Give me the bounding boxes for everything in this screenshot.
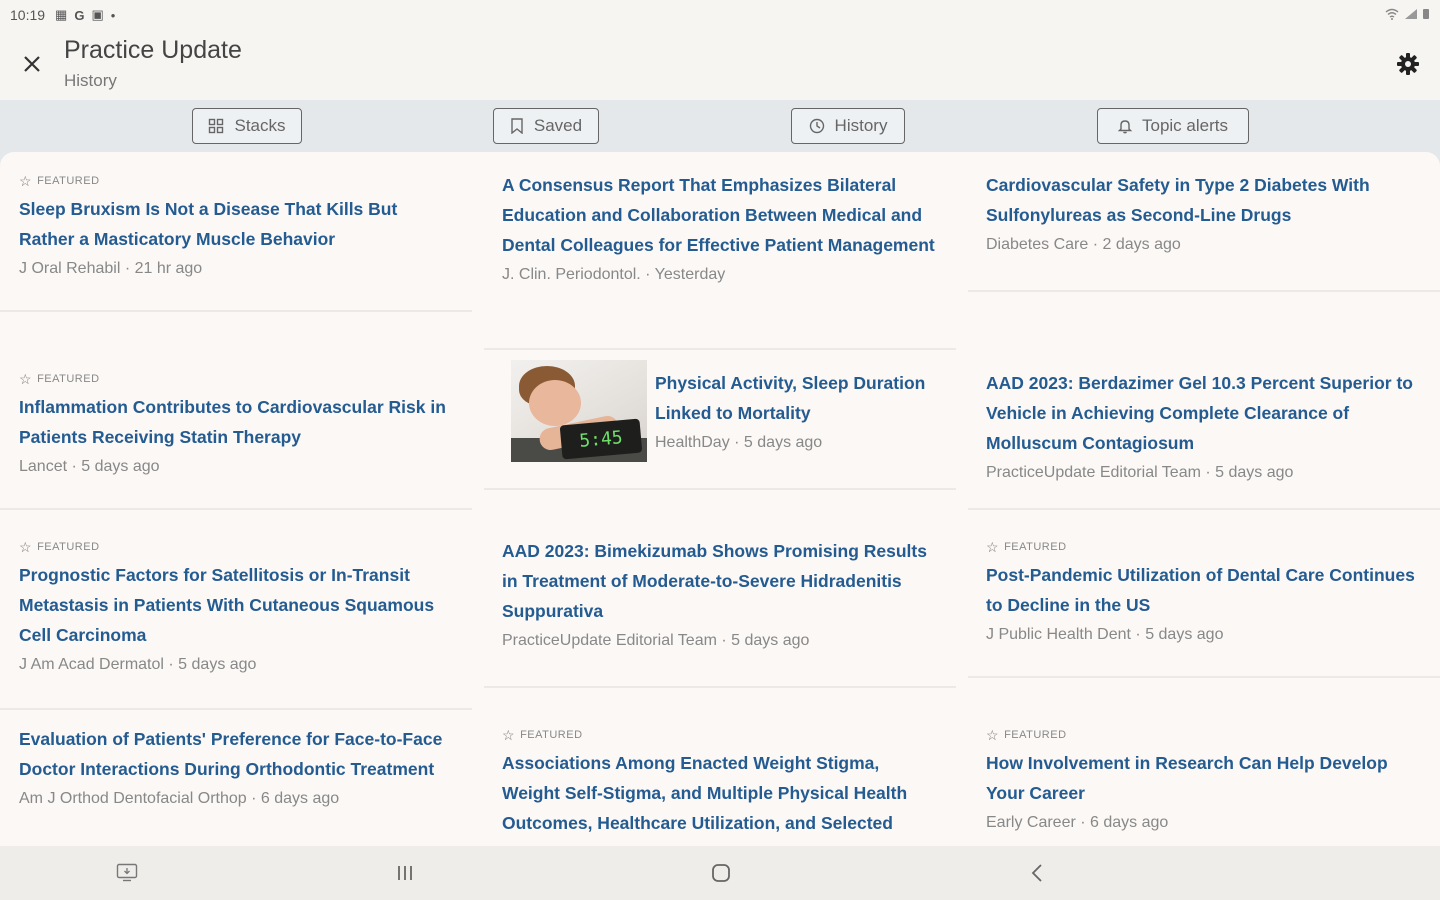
article-meta: HealthDay · 5 days ago bbox=[655, 434, 823, 451]
bell-icon bbox=[1118, 118, 1132, 134]
page-subtitle: History bbox=[64, 71, 117, 90]
signal-icon bbox=[1404, 8, 1417, 19]
article-card[interactable]: ☆ FEATURED How Involvement in Research Ca… bbox=[968, 710, 1440, 846]
featured-badge: ☆ FEATURED bbox=[986, 539, 1067, 555]
article-card[interactable]: ☆ FEATURED Inflammation Contributes to Ca… bbox=[0, 352, 472, 510]
article-meta: J. Clin. Periodontol. · Yesterday bbox=[502, 266, 726, 283]
tab-saved[interactable]: Saved bbox=[493, 108, 599, 144]
battery-icon bbox=[1423, 8, 1429, 19]
news-icon: ▣ bbox=[91, 7, 104, 22]
star-icon: ☆ bbox=[502, 727, 516, 743]
page-title: Practice Update bbox=[64, 36, 242, 64]
home-icon bbox=[712, 864, 730, 882]
star-icon: ☆ bbox=[986, 727, 1000, 743]
tab-topic-alerts-label: Topic alerts bbox=[1142, 116, 1228, 135]
recents-button[interactable] bbox=[392, 860, 418, 886]
back-button[interactable] bbox=[1024, 860, 1050, 886]
back-icon bbox=[1031, 864, 1042, 882]
tab-history-label: History bbox=[834, 116, 888, 135]
tab-topic-alerts[interactable]: Topic alerts bbox=[1097, 108, 1249, 144]
app-header: Practice Update History bbox=[0, 30, 1440, 100]
article-card[interactable]: ☆ FEATURED Associations Among Enacted Wei… bbox=[484, 710, 956, 846]
article-card[interactable]: 5:45 Physical Activity, Sleep Duration L… bbox=[484, 350, 956, 490]
star-icon: ☆ bbox=[986, 539, 1000, 555]
article-title[interactable]: Prognostic Factors for Satellitosis or I… bbox=[19, 560, 453, 650]
system-nav-bar bbox=[0, 846, 1440, 900]
star-icon: ☆ bbox=[19, 539, 33, 555]
tab-saved-label: Saved bbox=[533, 116, 583, 135]
bookmark-icon bbox=[510, 118, 524, 134]
tab-stacks[interactable]: Stacks bbox=[192, 108, 302, 144]
article-meta: J Am Acad Dermatol · 5 days ago bbox=[19, 656, 257, 673]
article-thumbnail[interactable]: 5:45 bbox=[511, 360, 647, 462]
keyboard-icon bbox=[116, 863, 138, 882]
status-right-icons bbox=[1385, 8, 1430, 23]
article-title[interactable]: Associations Among Enacted Weight Stigma… bbox=[502, 748, 938, 846]
gear-icon bbox=[1397, 53, 1419, 75]
article-card[interactable]: ☆ FEATURED Post-Pandemic Utilization of D… bbox=[968, 510, 1440, 678]
article-card[interactable]: AAD 2023: Bimekizumab Shows Promising Re… bbox=[484, 510, 956, 688]
recents-icon bbox=[398, 866, 412, 880]
history-icon bbox=[809, 118, 825, 134]
grid-icon: ▦ bbox=[55, 7, 68, 22]
tab-bar: Stacks Saved History Topic alerts bbox=[0, 100, 1440, 156]
article-card[interactable]: ☆ FEATURED Sleep Bruxism Is Not a Disease… bbox=[0, 152, 472, 312]
article-title[interactable]: A Consensus Report That Emphasizes Bilat… bbox=[502, 170, 938, 260]
featured-badge: ☆ FEATURED bbox=[19, 539, 100, 555]
article-meta: J Oral Rehabil · 21 hr ago bbox=[19, 260, 203, 277]
home-button[interactable] bbox=[708, 860, 734, 886]
featured-badge: ☆ FEATURED bbox=[986, 727, 1067, 743]
settings-button[interactable] bbox=[1394, 50, 1422, 78]
article-title[interactable]: Sleep Bruxism Is Not a Disease That Kill… bbox=[19, 194, 453, 254]
article-title[interactable]: AAD 2023: Bimekizumab Shows Promising Re… bbox=[502, 536, 938, 626]
article-title[interactable]: AAD 2023: Berdazimer Gel 10.3 Percent Su… bbox=[986, 368, 1422, 458]
article-card[interactable]: ☆ FEATURED Prognostic Factors for Satelli… bbox=[0, 510, 472, 710]
article-title[interactable]: Evaluation of Patients' Preference for F… bbox=[19, 724, 453, 784]
article-meta: J Public Health Dent · 5 days ago bbox=[986, 626, 1224, 643]
article-title[interactable]: Cardiovascular Safety in Type 2 Diabetes… bbox=[986, 170, 1422, 230]
article-title[interactable]: Inflammation Contributes to Cardiovascul… bbox=[19, 392, 453, 452]
star-icon: ☆ bbox=[19, 173, 33, 189]
article-meta: Am J Orthod Dentofacial Orthop · 6 days … bbox=[19, 790, 340, 807]
keyboard-button[interactable] bbox=[114, 860, 140, 886]
close-button[interactable] bbox=[18, 50, 46, 78]
article-title[interactable]: Physical Activity, Sleep Duration Linked… bbox=[655, 368, 945, 428]
featured-badge: ☆ FEATURED bbox=[19, 173, 100, 189]
tab-stacks-label: Stacks bbox=[234, 116, 286, 135]
featured-badge: ☆ FEATURED bbox=[502, 727, 583, 743]
star-icon: ☆ bbox=[19, 371, 33, 387]
article-feed: ☆ FEATURED Sleep Bruxism Is Not a Disease… bbox=[0, 152, 1440, 846]
alarm-clock-image: 5:45 bbox=[559, 418, 643, 460]
article-meta: Early Career · 6 days ago bbox=[986, 814, 1169, 831]
grid-icon bbox=[208, 118, 224, 134]
article-meta: Diabetes Care · 2 days ago bbox=[986, 236, 1181, 253]
featured-badge: ☆ FEATURED bbox=[19, 371, 100, 387]
dot-icon: • bbox=[110, 7, 116, 23]
tab-history[interactable]: History bbox=[791, 108, 905, 144]
article-card[interactable]: Cardiovascular Safety in Type 2 Diabetes… bbox=[968, 152, 1440, 292]
status-bar: 10:19 ▦ G ▣ • bbox=[0, 0, 1440, 30]
google-icon: G bbox=[74, 7, 85, 23]
close-icon bbox=[24, 56, 40, 72]
article-title[interactable]: How Involvement in Research Can Help Dev… bbox=[986, 748, 1422, 808]
article-title[interactable]: Post-Pandemic Utilization of Dental Care… bbox=[986, 560, 1422, 620]
status-time: 10:19 bbox=[10, 7, 46, 23]
wifi-icon bbox=[1385, 8, 1399, 20]
article-card[interactable]: AAD 2023: Berdazimer Gel 10.3 Percent Su… bbox=[968, 350, 1440, 510]
article-meta: PracticeUpdate Editorial Team · 5 days a… bbox=[986, 464, 1294, 481]
article-card[interactable]: Evaluation of Patients' Preference for F… bbox=[0, 710, 472, 846]
article-meta: Lancet · 5 days ago bbox=[19, 458, 160, 475]
article-meta: PracticeUpdate Editorial Team · 5 days a… bbox=[502, 632, 810, 649]
article-card[interactable]: A Consensus Report That Emphasizes Bilat… bbox=[484, 152, 956, 350]
content-area: ☆ FEATURED Sleep Bruxism Is Not a Disease… bbox=[0, 152, 1440, 846]
